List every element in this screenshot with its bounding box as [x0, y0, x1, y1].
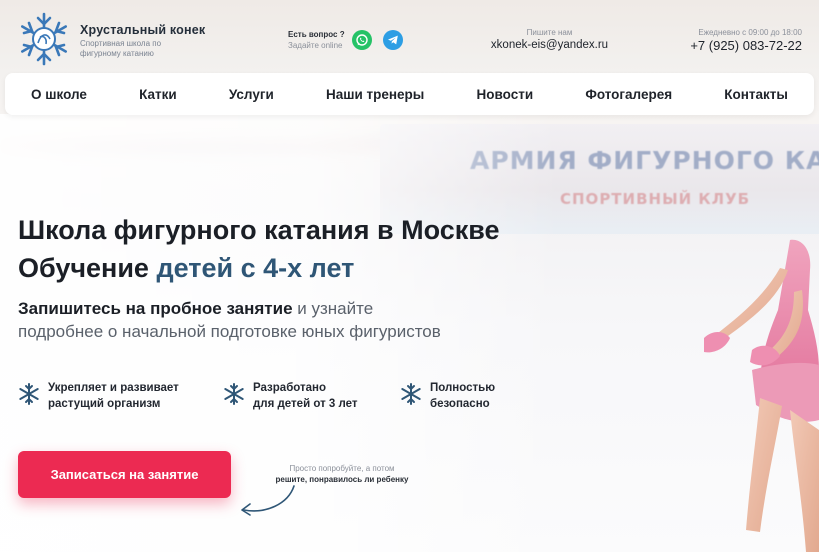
snowflake-icon — [401, 383, 421, 405]
brand-subtitle: Спортивная школа по фигурному катанию — [80, 39, 162, 58]
telegram-icon[interactable] — [383, 30, 403, 50]
feature-item: Укрепляет и развивает растущий организм — [18, 380, 179, 412]
nav-item-services[interactable]: Услуги — [229, 87, 274, 102]
feature-text-line2: безопасно — [430, 398, 490, 410]
whatsapp-glyph — [356, 34, 368, 46]
hero-title: Школа фигурного катания в Москве Обучени… — [18, 211, 500, 287]
feature-text-line1: Полностью — [430, 382, 496, 394]
nav-item-news[interactable]: Новости — [477, 87, 534, 102]
question-label: Есть вопрос ? — [288, 30, 345, 39]
snowflake-icon — [19, 383, 39, 405]
site-header: Хрустальный конек Спортивная школа по фи… — [0, 0, 819, 72]
skater-image — [704, 239, 819, 552]
nav-item-about[interactable]: О школе — [31, 87, 87, 102]
feature-item: Разработано для детей от 3 лет — [223, 380, 358, 412]
whatsapp-icon[interactable] — [352, 30, 372, 50]
working-hours: Ежедневно с 09:00 до 18:00 — [698, 28, 802, 37]
feature-text: Полностью безопасно — [430, 380, 495, 412]
nav-item-coaches[interactable]: Наши тренеры — [326, 87, 424, 102]
hero-title-line2-accent: детей с 4-х лет — [156, 253, 355, 283]
page: АРМИЯ ФИГУРНОГО КАТАНИЯ СПОРТИВНЫЙ КЛУБ — [0, 0, 819, 552]
nav-item-gallery[interactable]: Фотогалерея — [585, 87, 672, 102]
main-nav: О школе Катки Услуги Наши тренеры Новост… — [5, 73, 814, 115]
feature-text-line1: Разработано — [253, 382, 327, 394]
curved-arrow-icon — [241, 485, 295, 516]
snowflake-logo-icon[interactable] — [16, 11, 72, 67]
telegram-glyph — [388, 35, 398, 45]
snowflake-icon — [224, 383, 244, 405]
feature-text-line2: для детей от 3 лет — [253, 398, 358, 410]
nav-item-contacts[interactable]: Контакты — [724, 87, 788, 102]
feature-text: Укрепляет и развивает растущий организм — [48, 380, 179, 412]
hero-subtitle: Запишитесь на пробное занятие и узнайте … — [18, 297, 448, 343]
feature-item: Полностью безопасно — [400, 380, 495, 412]
nav-item-rinks[interactable]: Катки — [139, 87, 177, 102]
brand-title[interactable]: Хрустальный конек — [80, 23, 205, 37]
phone-link[interactable]: +7 (925) 083-72-22 — [688, 38, 802, 53]
feature-text: Разработано для детей от 3 лет — [253, 380, 358, 412]
email-label: Пишите нам — [526, 28, 573, 37]
feature-text-line2: растущий организм — [48, 398, 161, 410]
hero-title-line1: Школа фигурного катания в Москве — [18, 215, 500, 245]
signup-button[interactable]: Записаться на занятие — [18, 451, 231, 498]
hero-subtitle-bold: Запишитесь на пробное занятие — [18, 299, 293, 318]
feature-text-line1: Укрепляет и развивает — [48, 382, 179, 394]
email-link[interactable]: xkonek-eis@yandex.ru — [487, 39, 612, 51]
cta-hint: Просто попробуйте, а потом — [289, 464, 395, 473]
question-sublabel: Задайте online — [288, 41, 343, 50]
rink-board-subtext: СПОРТИВНЫЙ КЛУБ — [560, 190, 751, 208]
hero-title-line2-plain: Обучение — [18, 253, 157, 283]
